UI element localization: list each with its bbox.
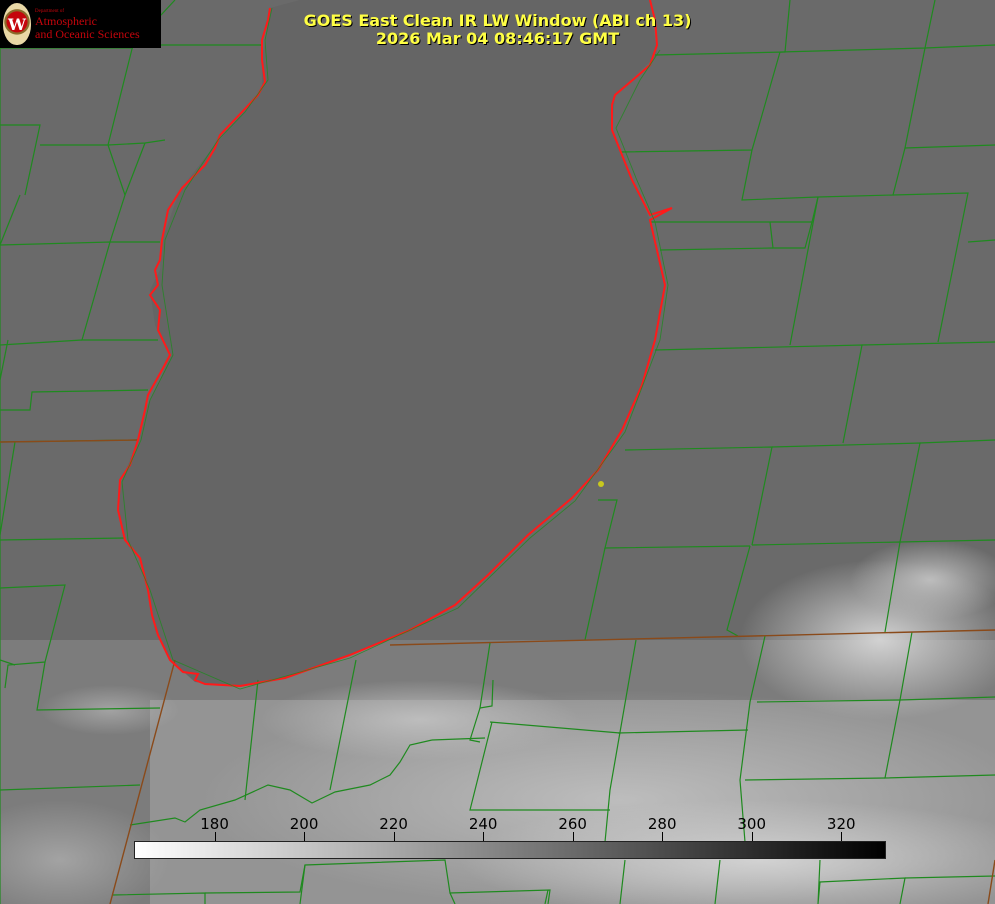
colorbar-tick-mark (393, 832, 395, 841)
lake-michigan (118, 0, 665, 687)
colorbar-tick-mark (214, 832, 216, 841)
colorbar-tick-mark (751, 832, 753, 841)
colorbar-tick-mark (483, 832, 485, 841)
title-line1: GOES East Clean IR LW Window (ABI ch 13) (303, 11, 692, 30)
image-timestamp: 2026 Mar 04 08:46:17 GMT (0, 30, 995, 48)
map-canvas (0, 0, 995, 904)
colorbar-tick-label: 300 (737, 815, 767, 833)
colorbar-tick-mark (841, 832, 843, 841)
colorbar-tick-label: 220 (379, 815, 408, 833)
colorbar-tick-mark (662, 832, 664, 841)
colorbar-tick-label: 260 (558, 815, 587, 833)
colorbar (134, 841, 886, 859)
satellite-map: W Department of Atmospheric and Oceanic … (0, 0, 995, 904)
colorbar-tick-label: 320 (826, 815, 856, 833)
colorbar-tick-label: 280 (647, 815, 677, 833)
site-marker (598, 481, 604, 487)
colorbar-tick-label: 200 (289, 815, 319, 833)
colorbar-tick-mark (304, 832, 306, 841)
image-title: GOES East Clean IR LW Window (ABI ch 13) (0, 12, 995, 30)
colorbar-tick-label: 240 (468, 815, 498, 833)
colorbar-tick-mark (572, 832, 574, 841)
title-line2: 2026 Mar 04 08:46:17 GMT (375, 29, 620, 48)
colorbar-tick-label: 180 (200, 815, 229, 833)
